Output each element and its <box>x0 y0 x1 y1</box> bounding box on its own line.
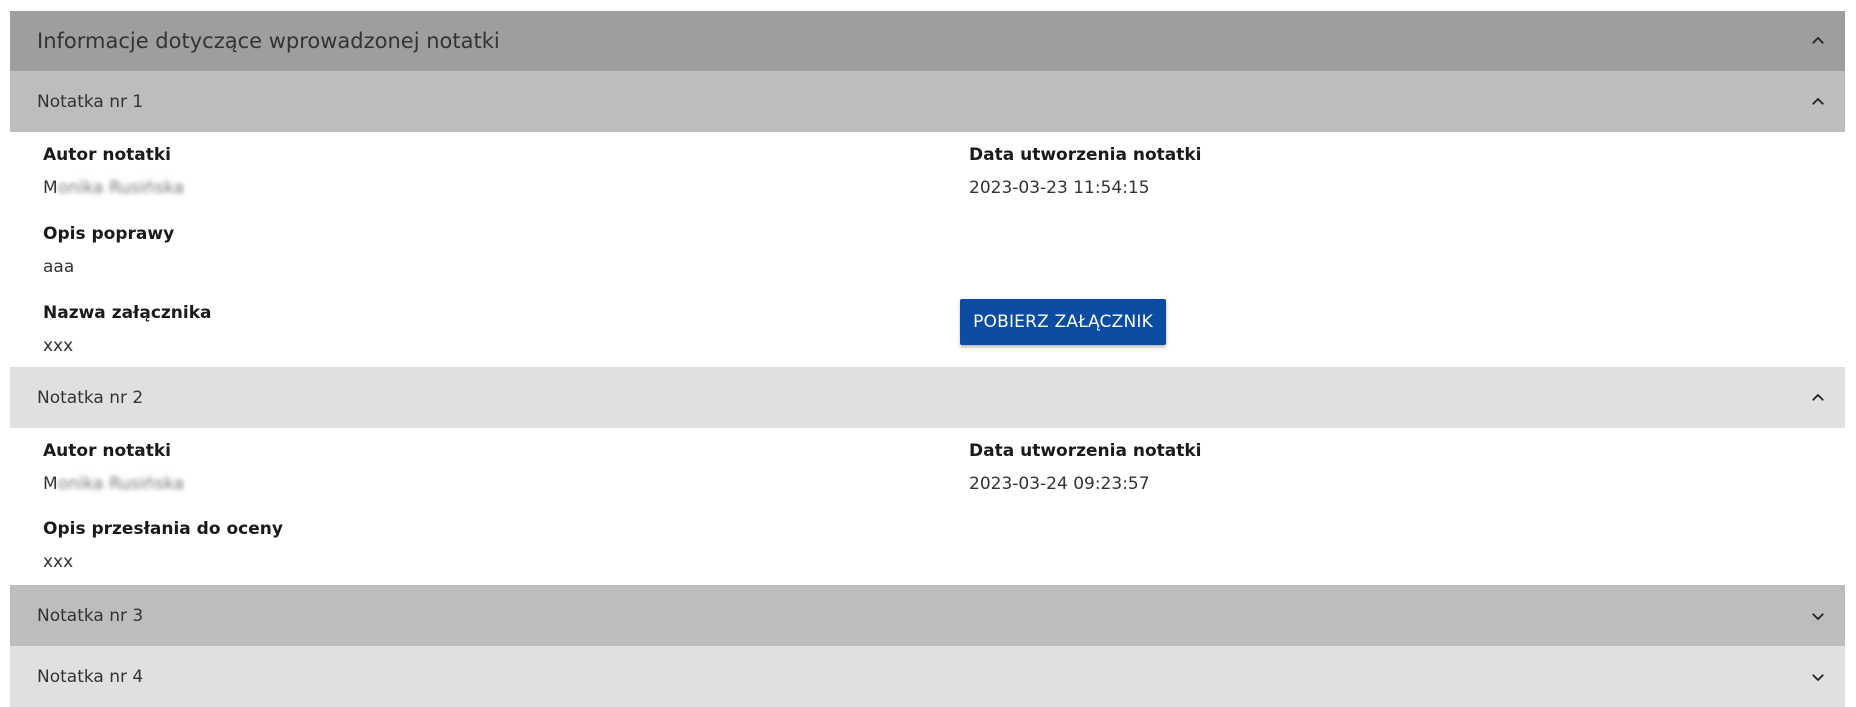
note-header-2[interactable]: Notatka nr 2 <box>10 367 1845 428</box>
notes-panel: Informacje dotyczące wprowadzonej notatk… <box>10 11 1845 707</box>
section-title: Informacje dotyczące wprowadzonej notatk… <box>37 29 500 53</box>
note-title: Notatka nr 1 <box>37 91 144 112</box>
author-label: Autor notatki <box>43 145 172 165</box>
download-attachment-button[interactable]: POBIERZ ZAŁĄCZNIK <box>960 299 1166 345</box>
author-value: Monika Rusińska <box>43 474 184 494</box>
note-body-1: Autor notatki Monika Rusińska Data utwor… <box>10 132 1845 367</box>
section-header[interactable]: Informacje dotyczące wprowadzonej notatk… <box>10 11 1845 71</box>
description-value: aaa <box>43 257 75 277</box>
description-value: xxx <box>43 552 74 572</box>
attachment-value: xxx <box>43 336 74 356</box>
chevron-down-icon[interactable] <box>1808 667 1828 687</box>
date-value: 2023-03-23 11:54:15 <box>969 178 1150 198</box>
description-label: Opis przesłania do oceny <box>43 519 283 539</box>
note-header-4[interactable]: Notatka nr 4 <box>10 646 1845 707</box>
date-value: 2023-03-24 09:23:57 <box>969 474 1150 494</box>
attachment-label: Nazwa załącznika <box>43 303 212 323</box>
author-label: Autor notatki <box>43 441 172 461</box>
note-body-2: Autor notatki Monika Rusińska Data utwor… <box>10 428 1845 585</box>
note-header-3[interactable]: Notatka nr 3 <box>10 585 1845 646</box>
description-label: Opis poprawy <box>43 224 175 244</box>
chevron-down-icon[interactable] <box>1808 606 1828 626</box>
note-title: Notatka nr 3 <box>37 605 144 626</box>
chevron-up-icon[interactable] <box>1808 31 1828 51</box>
date-label: Data utworzenia notatki <box>969 441 1202 461</box>
note-title: Notatka nr 2 <box>37 387 144 408</box>
note-title: Notatka nr 4 <box>37 666 144 687</box>
note-header-1[interactable]: Notatka nr 1 <box>10 71 1845 132</box>
chevron-up-icon[interactable] <box>1808 92 1828 112</box>
chevron-up-icon[interactable] <box>1808 388 1828 408</box>
date-label: Data utworzenia notatki <box>969 145 1202 165</box>
author-value: Monika Rusińska <box>43 178 184 198</box>
